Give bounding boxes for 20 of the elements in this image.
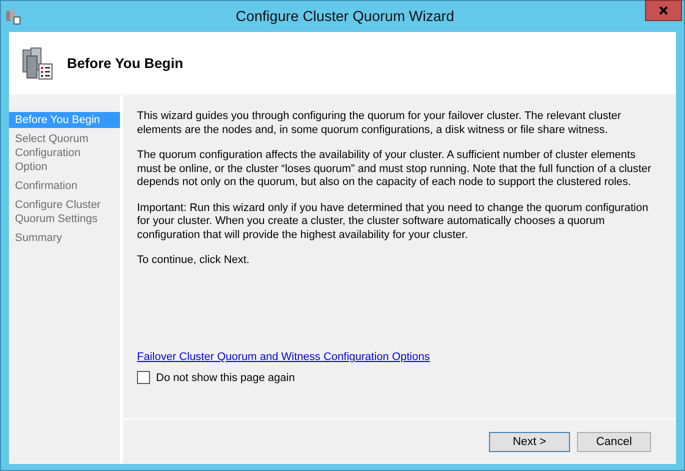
- page-title: Before You Begin: [67, 55, 184, 71]
- description-text: Important: Run this wizard only if you have determined that you need to change the quorum configuration for your cluster. When you create a cluster, the cluster software automatically chooses a quorum configuration that will provide the highest availability for your cluster.: [137, 202, 650, 242]
- step-item[interactable]: Select Quorum Configuration Option: [9, 131, 120, 175]
- close-icon: [659, 6, 668, 15]
- step-item[interactable]: Confirmation: [9, 178, 120, 194]
- app-icon: [5, 8, 21, 24]
- close-button[interactable]: [645, 0, 682, 21]
- window-title: Configure Cluster Quorum Wizard: [234, 8, 456, 24]
- step-item[interactable]: Before You Begin: [9, 112, 120, 128]
- checkbox-label: Do not show this page again: [156, 372, 295, 384]
- step-item[interactable]: Configure Cluster Quorum Settings: [9, 197, 120, 227]
- server-cluster-icon: [21, 46, 55, 80]
- wizard-button[interactable]: Next >: [489, 432, 570, 452]
- description-text: The quorum configuration affects the availability of your cluster. A sufficient number of cluster elements must be online, or the cluster “loses quorum” and must stop running. Note that the full function of a cluster depends not only on the quorum, but also on the capacity of each node to support the clustered roles.: [137, 149, 652, 190]
- checkbox[interactable]: [137, 371, 150, 384]
- step-item[interactable]: Summary: [9, 230, 120, 246]
- description-text: To continue, click Next.: [137, 254, 250, 268]
- help-link[interactable]: Failover Cluster Quorum and Witness Configuration Options: [137, 351, 430, 363]
- description-text: This wizard guides you through configuring the quorum for your failover cluster. The relevant cluster elements are the nodes and, in some quorum configurations, a disk witness or file share witness.: [137, 110, 622, 137]
- wizard-button[interactable]: Cancel: [577, 432, 651, 452]
